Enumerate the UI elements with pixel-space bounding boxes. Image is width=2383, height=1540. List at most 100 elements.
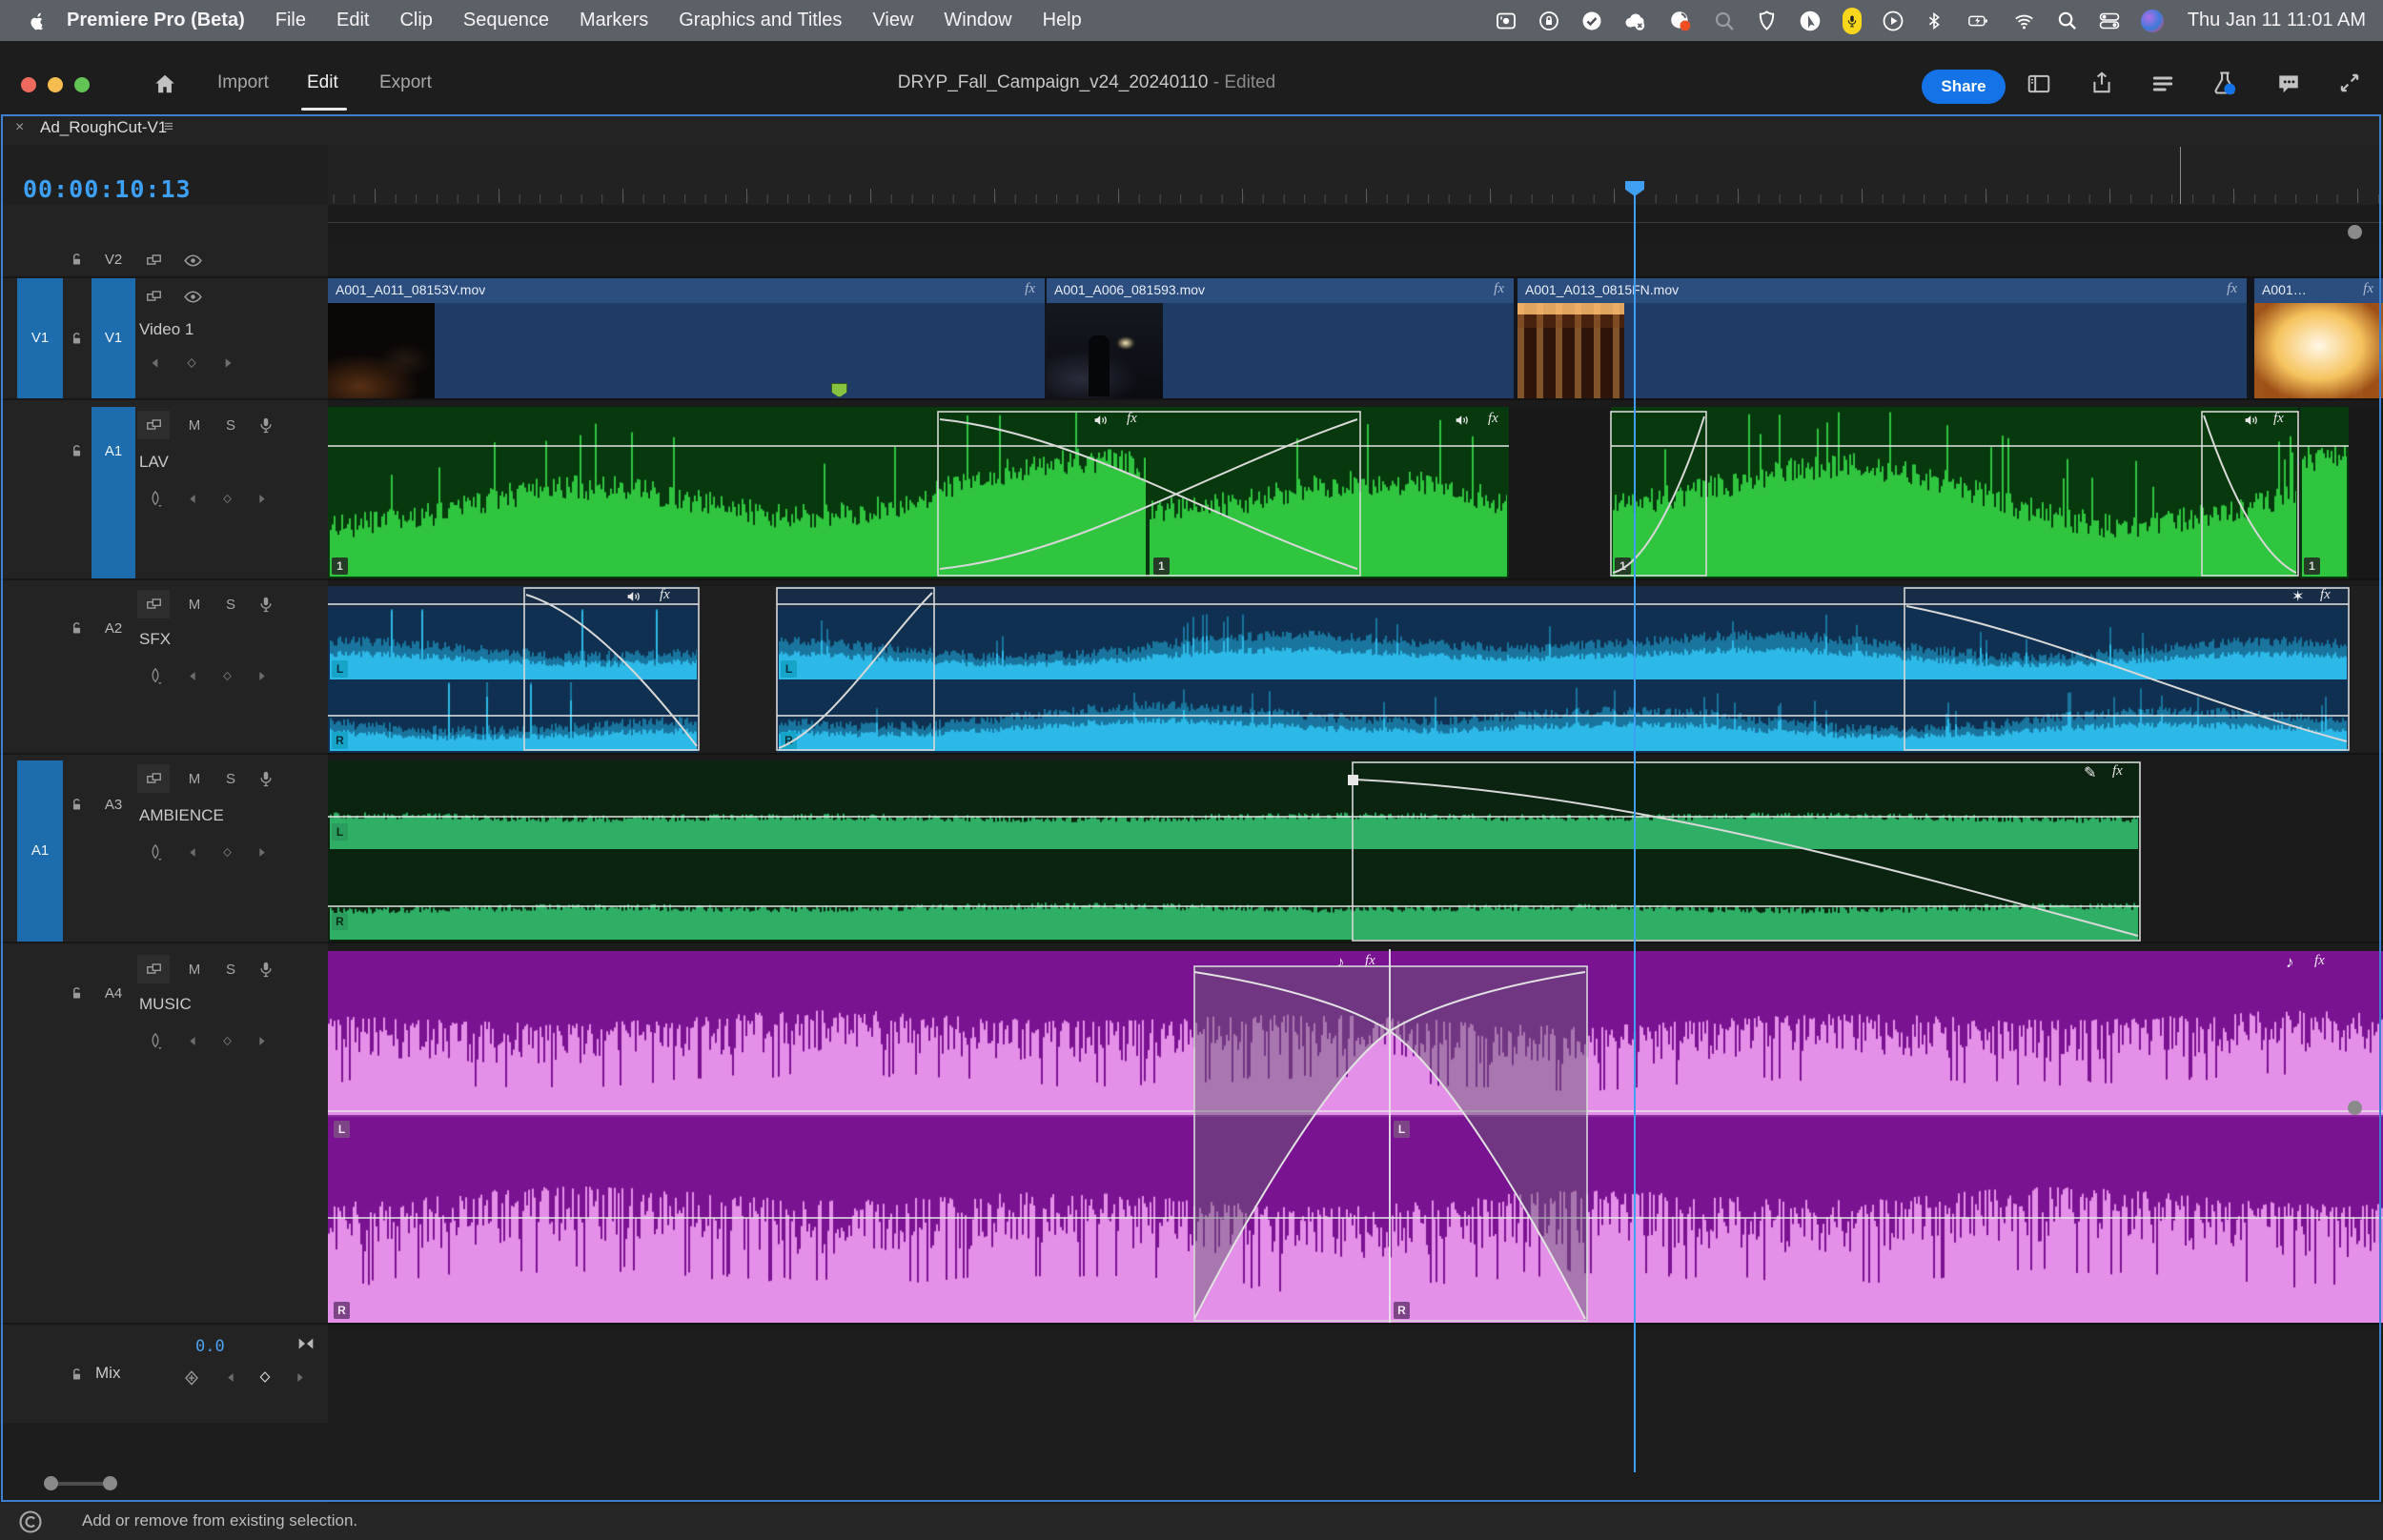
track-lane-v2[interactable] [328, 244, 2383, 278]
menu-file[interactable]: File [275, 10, 306, 31]
voiceover-record-icon[interactable] [257, 959, 275, 980]
mute-button[interactable]: M [187, 417, 202, 434]
sync-lock-icon[interactable] [145, 770, 163, 788]
track-target-a1[interactable] [92, 407, 135, 578]
add-keyframe-icon[interactable] [257, 1369, 273, 1385]
menu-window[interactable]: Window [944, 10, 1011, 31]
search-disabled-icon[interactable] [1713, 10, 1736, 32]
menu-clip[interactable]: Clip [399, 10, 432, 31]
prev-keyframe-icon[interactable] [149, 356, 162, 370]
sync-lock-icon[interactable] [145, 252, 163, 270]
prev-keyframe-icon[interactable] [225, 1371, 237, 1384]
check-circle-icon[interactable] [1580, 10, 1603, 32]
video-clip[interactable]: A001_A006_081593.mov fx [1047, 278, 1514, 398]
track-target-v2[interactable]: V2 [92, 252, 135, 268]
siri-icon[interactable] [2141, 10, 2164, 32]
play-circle-icon[interactable] [1882, 10, 1904, 32]
playhead-timecode[interactable]: 00:00:10:13 [23, 175, 192, 203]
comments-icon[interactable] [2276, 71, 2301, 96]
menu-help[interactable]: Help [1043, 10, 1082, 31]
add-keyframe-plus-icon[interactable] [183, 1368, 200, 1388]
traffic-close-button[interactable] [21, 77, 36, 92]
bluetooth-icon[interactable] [1925, 11, 1944, 30]
lav-waveform[interactable] [1613, 409, 2296, 577]
track-target-v1[interactable]: V1 [92, 278, 135, 398]
track-name-a1[interactable]: LAV [139, 453, 169, 472]
mix-fit-icon[interactable] [295, 1333, 316, 1354]
sequence-tab[interactable]: Ad_RoughCut-V1 [40, 118, 167, 137]
shield-icon[interactable] [1756, 10, 1778, 31]
mute-button[interactable]: M [187, 771, 202, 787]
track-name-a2[interactable]: SFX [139, 630, 171, 649]
keyframe-pen-icon[interactable] [147, 666, 164, 685]
lock-icon[interactable] [69, 620, 85, 637]
add-keyframe-icon[interactable] [185, 356, 198, 370]
track-visibility-icon[interactable] [183, 251, 203, 271]
next-keyframe-icon[interactable] [255, 670, 268, 682]
playhead-line[interactable] [1634, 181, 1636, 1472]
share-button[interactable]: Share [1922, 70, 2006, 104]
video-clip[interactable]: A001_A013_0815FN.mov fx [1517, 278, 2247, 398]
app-menu[interactable]: Premiere Pro (Beta) [67, 10, 245, 31]
next-keyframe-icon[interactable] [255, 846, 268, 859]
solo-button[interactable]: S [223, 771, 238, 787]
screen-capture-icon[interactable] [1495, 10, 1517, 32]
lock-icon[interactable] [69, 1367, 85, 1383]
traffic-zoom-button[interactable] [74, 77, 90, 92]
track-lane-mix[interactable] [328, 1329, 2383, 1423]
lock-icon[interactable] [69, 443, 85, 459]
prev-keyframe-icon[interactable] [187, 493, 199, 505]
voiceover-record-icon[interactable] [257, 594, 275, 615]
vertical-scrollbar-handle-bottom[interactable] [2348, 1101, 2362, 1115]
music-waveform-right[interactable] [328, 1117, 2383, 1321]
beta-flask-icon[interactable] [2211, 70, 2238, 96]
source-patch-a1[interactable]: A1 [17, 760, 63, 942]
fullscreen-icon[interactable] [2337, 71, 2362, 95]
pointer-circle-icon[interactable] [1798, 9, 1823, 33]
solo-button[interactable]: S [223, 597, 238, 613]
prev-keyframe-icon[interactable] [187, 1035, 199, 1047]
prev-keyframe-icon[interactable] [187, 670, 199, 682]
track-visibility-icon[interactable] [183, 287, 203, 307]
vertical-scrollbar-handle-top[interactable] [2348, 225, 2362, 239]
sync-lock-icon[interactable] [145, 288, 163, 306]
panel-layout-icon[interactable] [2027, 71, 2051, 96]
source-patch-v1[interactable]: V1 [17, 278, 63, 398]
track-target-a4[interactable]: A4 [92, 985, 135, 1002]
record-indicator-icon[interactable] [1668, 9, 1693, 33]
lav-waveform[interactable] [1150, 409, 1507, 577]
apple-menu-icon[interactable] [27, 10, 48, 31]
home-icon[interactable] [153, 71, 177, 96]
battery-icon[interactable] [1964, 10, 1992, 31]
workspaces-icon[interactable] [2150, 71, 2175, 96]
menu-edit[interactable]: Edit [336, 10, 369, 31]
control-center-icon[interactable] [2098, 10, 2121, 32]
keyframe-pen-icon[interactable] [147, 489, 164, 508]
solo-button[interactable]: S [223, 962, 238, 978]
ambience-waveform-left[interactable] [330, 762, 2138, 849]
cloud-offline-icon[interactable] [1623, 9, 1648, 33]
track-name-mix[interactable]: Mix [95, 1364, 120, 1383]
sfx-waveform-left[interactable] [779, 609, 2347, 679]
menu-view[interactable]: View [872, 10, 913, 31]
mute-button[interactable]: M [187, 597, 202, 613]
keyframe-pen-icon[interactable] [147, 1031, 164, 1050]
prev-keyframe-icon[interactable] [187, 846, 199, 859]
lock-icon[interactable] [69, 252, 85, 268]
scrollbar-handle-right[interactable] [103, 1476, 117, 1490]
close-icon[interactable]: × [15, 119, 24, 136]
sfx-waveform-right[interactable] [779, 682, 2347, 751]
spotlight-icon[interactable] [2056, 10, 2078, 31]
next-keyframe-icon[interactable] [255, 493, 268, 505]
track-target-a1-label[interactable]: A1 [92, 443, 135, 459]
track-target-a3[interactable]: A3 [92, 797, 135, 813]
mix-level-value[interactable]: 0.0 [195, 1337, 225, 1356]
track-name-a3[interactable]: AMBIENCE [139, 806, 224, 825]
tab-export[interactable]: Export [379, 72, 432, 93]
lock-icon[interactable] [69, 985, 85, 1002]
voiceover-record-icon[interactable] [257, 768, 275, 789]
track-name-a4[interactable]: MUSIC [139, 995, 192, 1014]
add-keyframe-icon[interactable] [221, 670, 234, 682]
video-clip[interactable]: A001… fx [2254, 278, 2383, 398]
menubar-clock[interactable]: Thu Jan 11 11:01 AM [2188, 10, 2366, 31]
